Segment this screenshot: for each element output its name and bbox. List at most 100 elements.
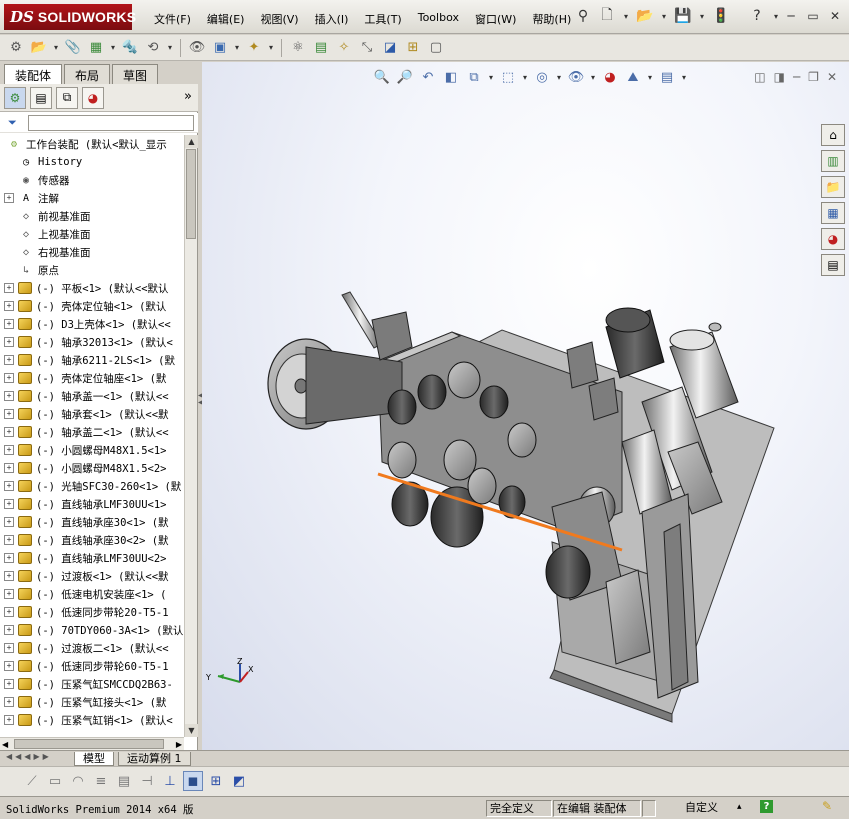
tree-item[interactable]: ↳ 原点 xyxy=(0,261,184,279)
restore-icon[interactable]: ▭ xyxy=(805,8,821,24)
tree-item[interactable]: + (-) 过渡板二<1> (默认<< xyxy=(0,639,184,657)
new-document-icon[interactable]: 🗋 xyxy=(597,6,617,26)
tree-item[interactable]: + (-) 轴承6211-2LS<1> (默 xyxy=(0,351,184,369)
parallel-lines-icon[interactable]: ≡ xyxy=(91,771,111,791)
scroll-thumb-horizontal[interactable] xyxy=(14,739,164,749)
tree-item[interactable]: + (-) 直线轴承座30<2> (默 xyxy=(0,531,184,549)
tree-filter-input[interactable] xyxy=(28,115,194,131)
motor-left[interactable] xyxy=(605,307,665,379)
expand-toggle-icon[interactable]: + xyxy=(4,661,14,671)
tree-item[interactable]: + (-) 低速电机安装座<1> ( xyxy=(0,585,184,603)
explode-line-sketch-icon[interactable]: ⤡ xyxy=(357,38,377,58)
rectangle-icon[interactable]: ▭ xyxy=(45,771,65,791)
expand-toggle-icon[interactable]: + xyxy=(4,319,14,329)
component-icon[interactable]: ⚙ xyxy=(6,38,26,58)
menu-tools[interactable]: 工具(T) xyxy=(356,9,409,29)
scroll-down-arrow-icon[interactable]: ▼ xyxy=(185,724,198,737)
expand-toggle-icon[interactable]: + xyxy=(4,499,14,509)
tree-item[interactable]: + (-) 轴承盖一<1> (默认<< xyxy=(0,387,184,405)
menu-view[interactable]: 视图(V) xyxy=(252,9,306,29)
solidworks-logo[interactable]: DS SOLIDWORKS xyxy=(4,4,136,30)
view-palette-icon[interactable]: ▦ xyxy=(821,202,845,224)
expand-toggle-icon[interactable]: + xyxy=(4,553,14,563)
tab-sketch[interactable]: 草图 xyxy=(112,64,159,84)
filter-icon[interactable]: ⏷ xyxy=(8,116,17,130)
tree-item[interactable]: + (-) D3上壳体<1> (默认<< xyxy=(0,315,184,333)
tree-item[interactable]: + (-) 轴承32013<1> (默认< xyxy=(0,333,184,351)
expand-toggle-icon[interactable]: + xyxy=(4,607,14,617)
edit-component-icon[interactable]: ◩ xyxy=(229,771,249,791)
tab-layout[interactable]: 布局 xyxy=(64,64,111,84)
expand-toggle-icon[interactable]: + xyxy=(4,679,14,689)
chevron-down-icon[interactable]: ▾ xyxy=(109,38,117,58)
tree-item[interactable]: + (-) 直线轴承座30<1> (默 xyxy=(0,513,184,531)
expand-toggle-icon[interactable]: + xyxy=(4,643,14,653)
lower-gear[interactable] xyxy=(545,545,591,599)
file-explorer-icon[interactable]: 📁 xyxy=(821,176,845,198)
expand-toggle-icon[interactable]: + xyxy=(4,715,14,725)
pin-icon[interactable]: ⚲ xyxy=(573,6,593,26)
expand-toggle-icon[interactable]: + xyxy=(4,355,14,365)
axis-icon[interactable]: ⊥ xyxy=(160,771,180,791)
expand-toggle-icon[interactable]: + xyxy=(4,391,14,401)
help-icon[interactable]: ? xyxy=(747,6,767,26)
tree-item[interactable]: + (-) 小圆螺母M48X1.5<2> xyxy=(0,459,184,477)
sensor-block-right[interactable] xyxy=(588,377,619,421)
expand-toggle-icon[interactable]: + xyxy=(4,589,14,599)
tree-item[interactable]: ◉ 传感器 xyxy=(0,171,184,189)
menu-window[interactable]: 窗口(W) xyxy=(467,9,524,29)
tree-item[interactable]: + (-) 轴承套<1> (默认<<默 xyxy=(0,405,184,423)
rebuild-traffic-light-icon[interactable]: 🚦 xyxy=(711,6,731,26)
tree-item[interactable]: ◷ History xyxy=(0,153,184,171)
table-view-icon[interactable]: ⊞ xyxy=(206,771,226,791)
sensor-block-left[interactable] xyxy=(566,341,599,389)
tree-item[interactable]: + (-) 低速同步带轮60-T5-1 xyxy=(0,657,184,675)
tree-item[interactable]: + (-) 壳体定位轴<1> (默认 xyxy=(0,297,184,315)
shaded-cube-icon[interactable]: ◼ xyxy=(183,771,203,791)
tab-model[interactable]: 模型 xyxy=(74,752,114,766)
expand-toggle-icon[interactable]: + xyxy=(4,571,14,581)
chevron-down-icon[interactable]: ▾ xyxy=(659,6,669,26)
custom-properties-icon[interactable]: ▤ xyxy=(821,254,845,276)
tab-navigation-arrows-icon[interactable]: ◀◀◀▶▶ xyxy=(6,752,52,761)
instant3d-icon[interactable]: ▢ xyxy=(426,38,446,58)
mate-icon[interactable]: 📎 xyxy=(63,38,83,58)
bill-of-materials-icon[interactable]: ▤ xyxy=(311,38,331,58)
tree-item[interactable]: + (-) 压紧气缸SMCCDQ2B63- xyxy=(0,675,184,693)
chevron-down-icon[interactable]: ▾ xyxy=(267,38,275,58)
tree-item[interactable]: + (-) 轴承盖二<1> (默认<< xyxy=(0,423,184,441)
tree-item[interactable]: + (-) 低速同步带轮20-T5-1 xyxy=(0,603,184,621)
tree-item[interactable]: + (-) 压紧气缸销<1> (默认< xyxy=(0,711,184,729)
tree-item[interactable]: + (-) 光轴SFC30-260<1> (默 xyxy=(0,477,184,495)
tree-item[interactable]: + (-) 压紧气缸接头<1> (默 xyxy=(0,693,184,711)
tree-item[interactable]: + A 注解 xyxy=(0,189,184,207)
expand-toggle-icon[interactable]: + xyxy=(4,427,14,437)
tree-item[interactable]: + (-) 小圆螺母M48X1.5<1> xyxy=(0,441,184,459)
graphics-area[interactable]: 🔍 🔎 ↶ ◧ ⧉ ▾ ⬚ ▾ ◎ ▾ 👁 ▾ ◕ ⛰ ▾ ▤ ▾ ◫ ◨ ─ … xyxy=(202,62,849,750)
status-pen-icon[interactable]: ✎ xyxy=(822,799,832,813)
chevron-down-icon[interactable]: ▾ xyxy=(52,38,60,58)
reference-geometry-icon[interactable]: ✦ xyxy=(244,38,264,58)
chevron-down-icon[interactable]: ▾ xyxy=(697,6,707,26)
expand-toggle-icon[interactable]: + xyxy=(4,463,14,473)
tree-item[interactable]: ◇ 前视基准面 xyxy=(0,207,184,225)
dimension-icon[interactable]: ⊣ xyxy=(137,771,157,791)
tree-item[interactable]: + (-) 过渡板<1> (默认<<默 xyxy=(0,567,184,585)
chevron-down-icon[interactable]: ▾ xyxy=(233,38,241,58)
viewport-close-icon[interactable]: ✕ xyxy=(827,70,837,84)
tree-item[interactable]: + (-) 直线轴承LMF30UU<1> xyxy=(0,495,184,513)
move-component-icon[interactable]: ⟲ xyxy=(143,38,163,58)
design-library-icon[interactable]: ▥ xyxy=(821,150,845,172)
configuration-manager-icon[interactable]: ⧉ xyxy=(56,86,78,109)
smart-fasteners-icon[interactable]: 🔩 xyxy=(120,38,140,58)
tree-horizontal-scrollbar[interactable]: ◀ ▶ xyxy=(0,737,184,750)
property-manager-icon[interactable]: ▤ xyxy=(30,86,52,109)
tree-item[interactable]: + (-) 直线轴承LMF30UU<2> xyxy=(0,549,184,567)
line-icon[interactable]: ⟋ xyxy=(22,771,42,791)
assembly-3d-model[interactable] xyxy=(202,62,822,750)
menu-help[interactable]: 帮助(H) xyxy=(524,9,579,29)
menu-file[interactable]: 文件(F) xyxy=(146,9,199,29)
expand-toggle-icon[interactable]: + xyxy=(4,409,14,419)
expand-toggle-icon[interactable]: + xyxy=(4,373,14,383)
tree-item[interactable]: + (-) 壳体定位轴座<1> (默 xyxy=(0,369,184,387)
